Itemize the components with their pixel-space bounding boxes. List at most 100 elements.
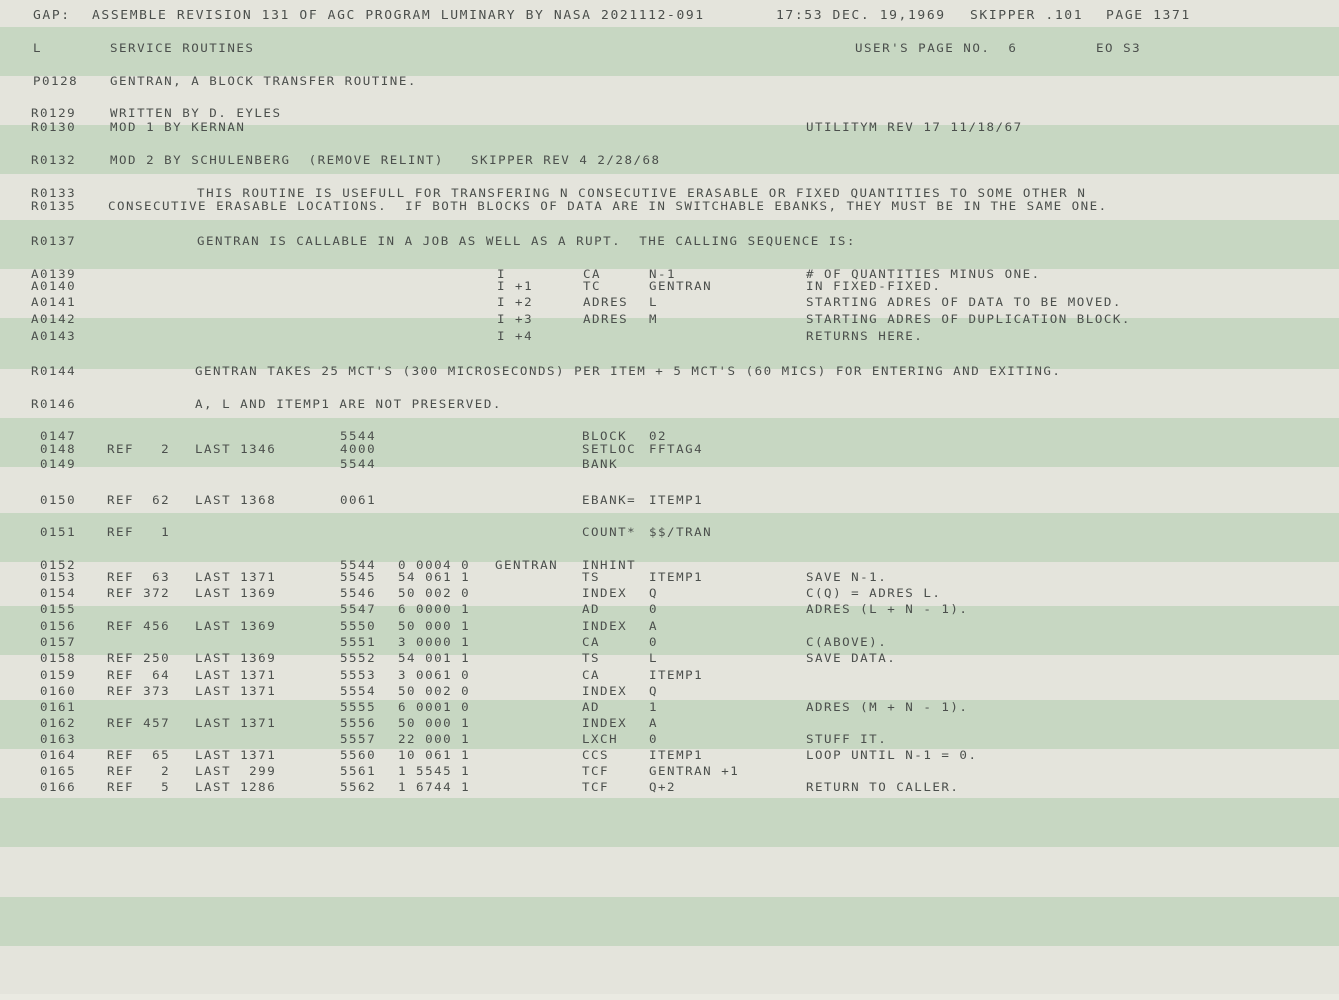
opcode-field: INDEX [582, 684, 628, 698]
eo-label: EO S3 [1096, 41, 1142, 55]
users-page-number: USER'S PAGE NO. 6 [855, 41, 1018, 55]
line-number: 0148 [40, 442, 77, 456]
ref-field: REF 1 [107, 525, 171, 539]
paper-band [0, 897, 1339, 946]
address-field: 5561 [340, 764, 377, 778]
last-field: LAST 1371 [195, 570, 277, 584]
section-title: SERVICE ROUTINES [110, 41, 255, 55]
address-field: 5557 [340, 732, 377, 746]
opcode-field: TS [582, 651, 601, 665]
line-number: 0155 [40, 602, 77, 616]
last-field: LAST 1369 [195, 651, 277, 665]
address-field: 5546 [340, 586, 377, 600]
comment-field: IN FIXED-FIXED. [806, 279, 942, 293]
operand-field: L [649, 651, 659, 665]
ref-field: REF 65 [107, 748, 171, 762]
operand-field: A [649, 716, 659, 730]
comment-field: C(Q) = ADRES L. [806, 586, 942, 600]
last-field: LAST 1371 [195, 684, 277, 698]
address-field: 5552 [340, 651, 377, 665]
line-number: 0151 [40, 525, 77, 539]
operand-field: FFTAG4 [649, 442, 704, 456]
operand-field: 0 [649, 732, 659, 746]
line-number: A0140 [31, 279, 77, 293]
last-field: LAST 1371 [195, 716, 277, 730]
line-number: A0141 [31, 295, 77, 309]
ref-field: REF 456 [107, 619, 171, 633]
line-number: R0132 [31, 153, 77, 167]
remark-text: GENTRAN TAKES 25 MCT'S (300 MICROSECONDS… [195, 364, 1062, 378]
opcode-field: INDEX [582, 619, 628, 633]
location-field: I +2 [497, 295, 534, 309]
line-number: R0144 [31, 364, 77, 378]
opcode-field: ADRES [583, 295, 629, 309]
last-field: LAST 1369 [195, 586, 277, 600]
word-field: 6 0001 0 [398, 700, 471, 714]
address-field: 5545 [340, 570, 377, 584]
ref-field: REF 64 [107, 668, 171, 682]
last-field: LAST 1369 [195, 619, 277, 633]
address-field: 5547 [340, 602, 377, 616]
address-field: 5562 [340, 780, 377, 794]
operand-field: Q [649, 586, 659, 600]
word-field: 54 001 1 [398, 651, 471, 665]
line-number: 0166 [40, 780, 77, 794]
remark-text: A, L AND ITEMP1 ARE NOT PRESERVED. [195, 397, 502, 411]
address-field: 5544 [340, 457, 377, 471]
word-field: 50 002 0 [398, 684, 471, 698]
remark-text: WRITTEN BY D. EYLES [110, 106, 282, 120]
remark-text: CONSECUTIVE ERASABLE LOCATIONS. IF BOTH … [108, 199, 1108, 213]
operand-field: 0 [649, 602, 659, 616]
word-field: 22 000 1 [398, 732, 471, 746]
ref-field: REF 5 [107, 780, 171, 794]
header-banner: ASSEMBLE REVISION 131 OF AGC PROGRAM LUM… [92, 9, 705, 23]
line-number: 0153 [40, 570, 77, 584]
opcode-field: TC [583, 279, 602, 293]
ref-field: REF 62 [107, 493, 171, 507]
line-number: 0156 [40, 619, 77, 633]
ref-field: REF 457 [107, 716, 171, 730]
line-number: 0150 [40, 493, 77, 507]
location-field: I +1 [497, 279, 534, 293]
line-number: 0160 [40, 684, 77, 698]
operand-field: A [649, 619, 659, 633]
address-field: 4000 [340, 442, 377, 456]
ref-field: REF 2 [107, 442, 171, 456]
word-field: 50 000 1 [398, 716, 471, 730]
log-section: L [33, 41, 43, 55]
line-number: 0158 [40, 651, 77, 665]
operand-field: GENTRAN +1 [649, 764, 740, 778]
opcode-field: TCF [582, 764, 610, 778]
word-field: 10 061 1 [398, 748, 471, 762]
address-field: 5555 [340, 700, 377, 714]
operand-field: 0 [649, 635, 659, 649]
operand-field: Q+2 [649, 780, 677, 794]
line-number: R0130 [31, 120, 77, 134]
paper-edge [0, 994, 1339, 1000]
address-field: 5556 [340, 716, 377, 730]
line-number: R0133 [31, 186, 77, 200]
comment-field: ADRES (L + N - 1). [806, 602, 969, 616]
word-field: 3 0061 0 [398, 668, 471, 682]
opcode-field: CA [582, 668, 601, 682]
line-number: 0154 [40, 586, 77, 600]
last-field: LAST 1371 [195, 668, 277, 682]
operand-field: Q [649, 684, 659, 698]
ref-field: REF 63 [107, 570, 171, 584]
ref-field: REF 372 [107, 586, 171, 600]
line-number: A0143 [31, 329, 77, 343]
opcode-field: EBANK= [582, 493, 637, 507]
comment-field: LOOP UNTIL N-1 = 0. [806, 748, 978, 762]
line-number: 0149 [40, 457, 77, 471]
opcode-field: CA [582, 635, 601, 649]
operand-field: ITEMP1 [649, 748, 704, 762]
opcode-field: SETLOC [582, 442, 637, 456]
ref-field: REF 2 [107, 764, 171, 778]
line-number: 0157 [40, 635, 77, 649]
address-field: 5551 [340, 635, 377, 649]
line-number: P0128 [33, 74, 79, 88]
comment-field: SAVE N-1. [806, 570, 888, 584]
last-field: LAST 1346 [195, 442, 277, 456]
opcode-field: TS [582, 570, 601, 584]
operand-field: 02 [649, 429, 668, 443]
